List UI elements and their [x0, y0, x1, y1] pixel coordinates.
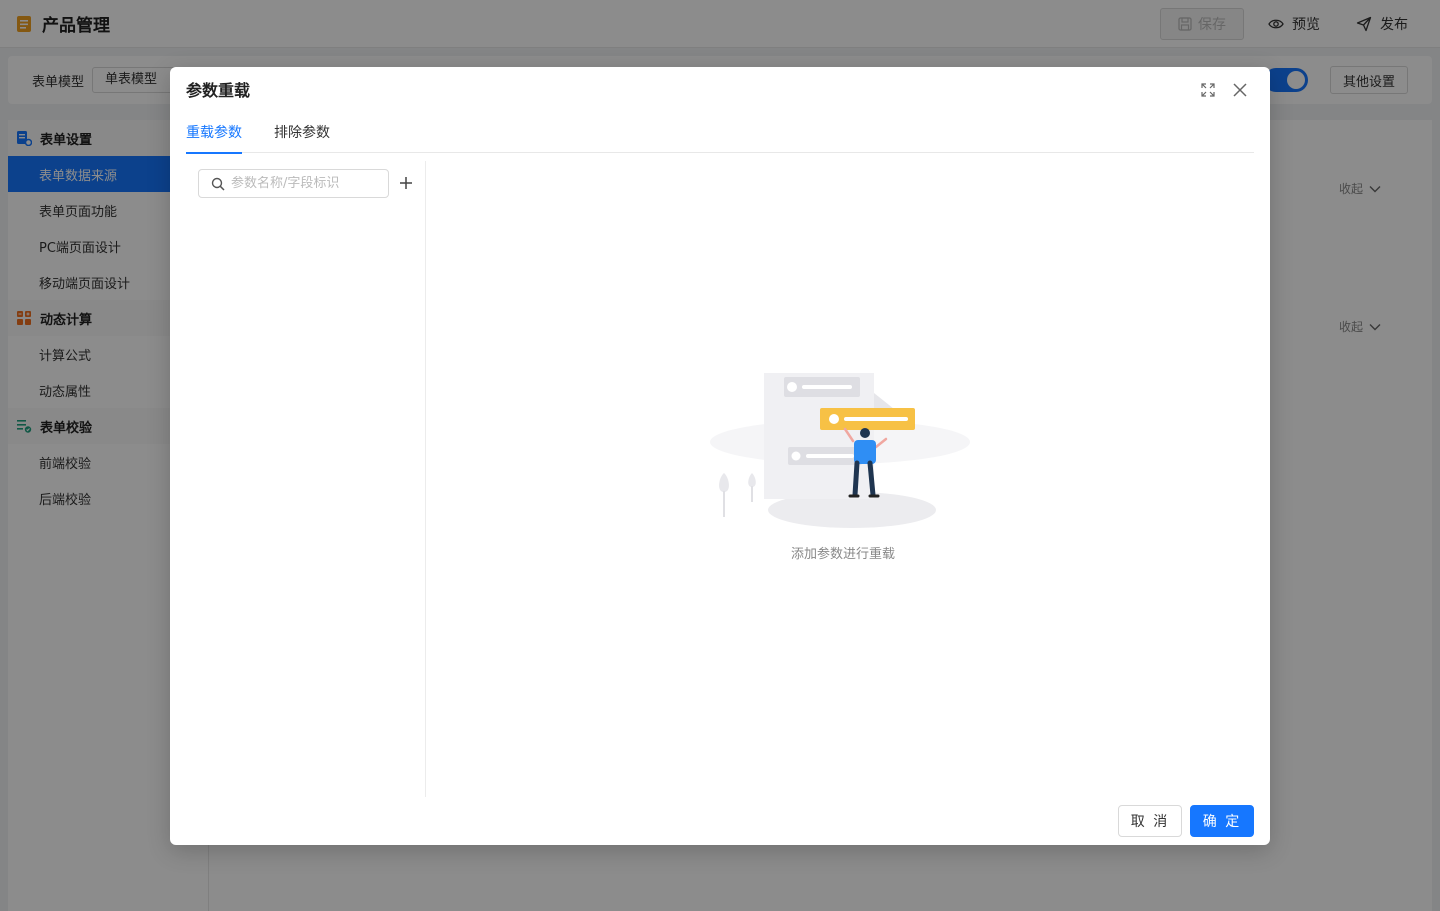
fullscreen-button[interactable] — [1199, 81, 1217, 99]
empty-illustration — [710, 373, 970, 528]
cancel-button[interactable]: 取 消 — [1118, 805, 1182, 837]
confirm-button[interactable]: 确 定 — [1190, 805, 1254, 837]
add-param-button[interactable] — [397, 174, 415, 192]
param-search-input[interactable] — [231, 176, 381, 191]
modal-title: 参数重载 — [186, 81, 251, 100]
param-list-pane — [186, 161, 426, 797]
param-search-box — [198, 169, 389, 198]
close-button[interactable] — [1231, 81, 1249, 99]
modal-tabs: 重载参数 排除参数 — [186, 119, 1254, 154]
tab-override-params[interactable]: 重载参数 — [186, 119, 242, 154]
tab-exclude-params[interactable]: 排除参数 — [274, 119, 330, 153]
empty-text: 添加参数进行重载 — [790, 547, 895, 562]
close-icon — [1233, 83, 1247, 97]
param-override-modal: 参数重载 重载参数 排除参数 参数名称/字段标识 添加参数进行重载 取 消 确 … — [170, 67, 1270, 845]
plus-icon — [400, 177, 412, 189]
search-icon — [211, 177, 225, 191]
fullscreen-icon — [1201, 83, 1215, 97]
